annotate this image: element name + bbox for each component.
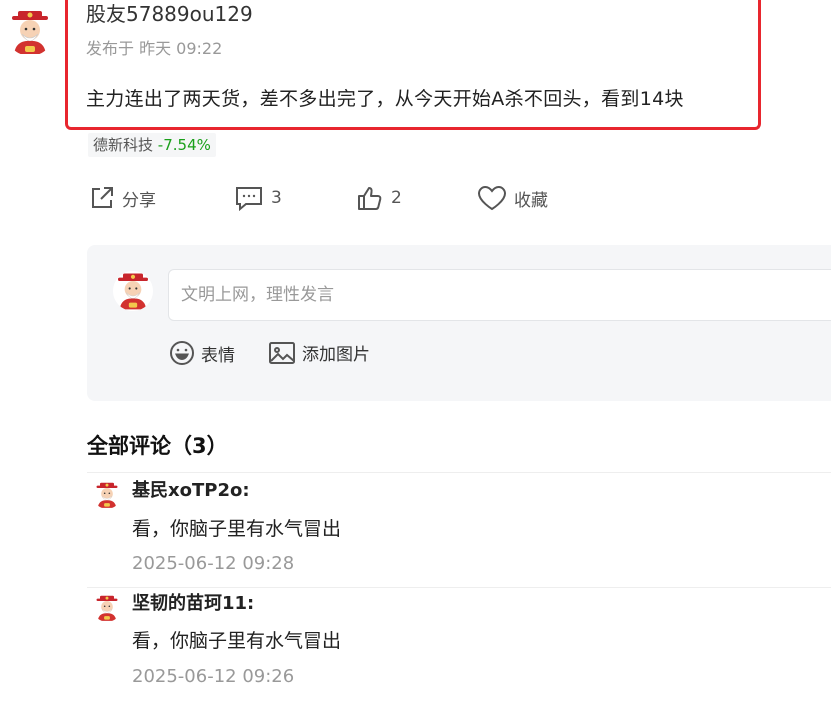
add-image-label: 添加图片 [302, 345, 370, 365]
add-image-button[interactable]: 添加图片 [268, 340, 370, 365]
author-avatar[interactable] [6, 8, 54, 56]
comment-count: 3 [271, 188, 282, 208]
share-label: 分享 [122, 190, 156, 211]
heart-icon [477, 185, 507, 211]
like-count: 2 [391, 188, 402, 208]
post-time: 发布于 昨天 09:22 [86, 39, 223, 58]
author-name[interactable]: 股友57889ou129 [86, 0, 253, 27]
comment-composer: 表情 添加图片 [87, 245, 831, 401]
emoji-icon [170, 341, 194, 365]
favorite-label: 收藏 [514, 190, 548, 211]
commenter-name[interactable]: 坚韧的苗珂11: [132, 589, 254, 615]
commenter-avatar[interactable] [93, 481, 121, 509]
post-content: 主力连出了两天货，差不多出完了，从今天开始A杀不回头，看到14块 [86, 88, 684, 110]
like-button[interactable]: 2 [356, 183, 402, 213]
comment-text: 看，你脑子里有水气冒出 [132, 630, 342, 652]
comment-text: 看，你脑子里有水气冒出 [132, 518, 342, 540]
share-button[interactable]: 分享 [89, 183, 156, 213]
comments-heading: 全部评论（3） [87, 434, 228, 458]
comment-time: 2025-06-12 09:28 [132, 553, 295, 574]
divider [87, 587, 831, 588]
stock-change: -7.54% [157, 136, 211, 154]
divider [87, 472, 831, 473]
comment-icon [236, 187, 262, 211]
comment-button[interactable]: 3 [234, 183, 282, 213]
emoji-button[interactable]: 表情 [169, 340, 235, 366]
stock-tag[interactable]: 德新科技 -7.54% [88, 133, 216, 157]
share-icon [92, 187, 113, 208]
image-icon [269, 341, 295, 364]
stock-name: 德新科技 [93, 136, 154, 154]
commenter-name[interactable]: 基民xoTP2o: [132, 476, 250, 502]
thumbs-up-icon [358, 187, 382, 210]
user-avatar [113, 271, 153, 311]
favorite-button[interactable]: 收藏 [477, 183, 548, 213]
emoji-label: 表情 [201, 345, 235, 366]
comment-input[interactable] [168, 269, 831, 321]
comment-time: 2025-06-12 09:26 [132, 666, 295, 687]
commenter-avatar[interactable] [93, 594, 121, 622]
